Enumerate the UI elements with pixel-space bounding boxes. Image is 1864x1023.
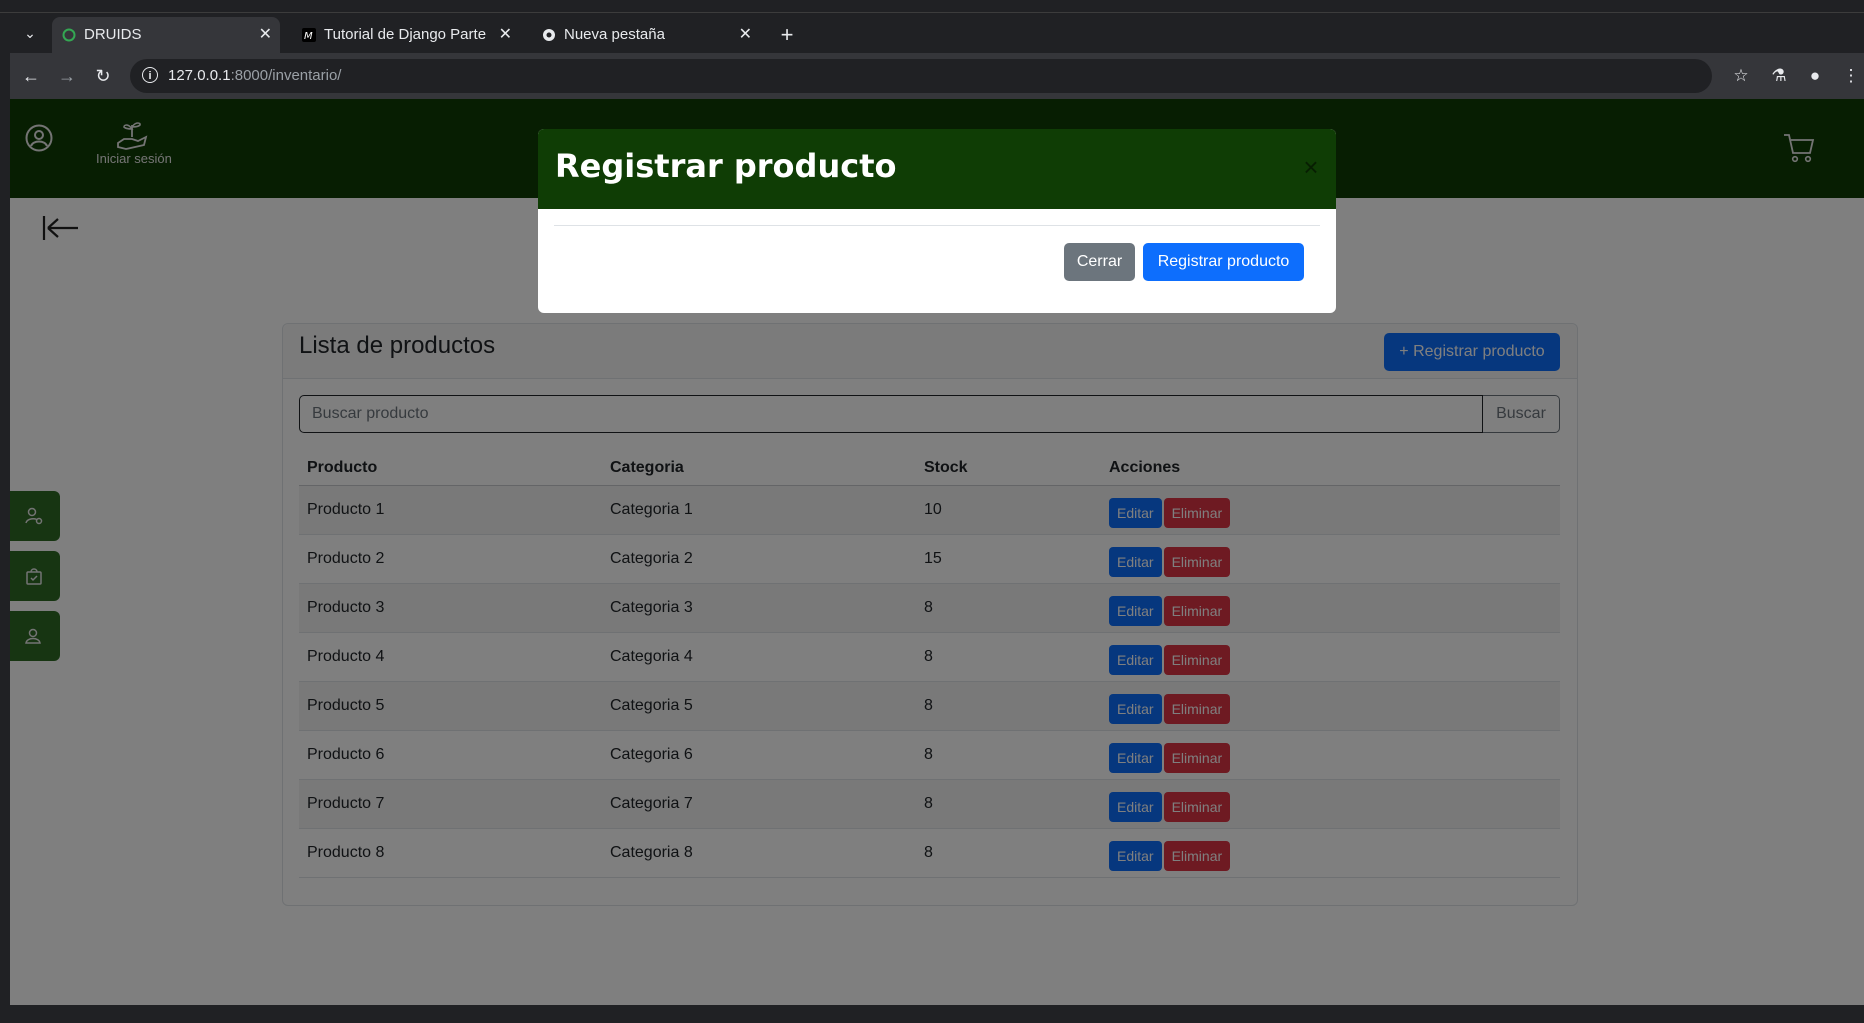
svg-text:M: M — [304, 31, 313, 42]
window-bottom-edge — [0, 1005, 1864, 1023]
tab-nueva-pestana[interactable]: Nueva pestaña ✕ — [532, 17, 760, 53]
chrome-favicon-icon — [543, 29, 555, 41]
labs-flask-icon[interactable]: ⚗ — [1764, 61, 1794, 91]
tab-tutorial-django[interactable]: M Tutorial de Django Parte ✕ — [292, 17, 520, 53]
modal-divider — [554, 225, 1320, 226]
bookmark-star-icon[interactable]: ☆ — [1726, 61, 1756, 91]
address-bar[interactable]: i 127.0.0.1:8000/inventario/ — [130, 59, 1712, 93]
tab-druids[interactable]: DRUIDS ✕ — [52, 17, 280, 53]
m-favicon-icon: M — [302, 28, 316, 42]
url-text: 127.0.0.1:8000/inventario/ — [168, 67, 342, 84]
site-info-icon[interactable]: i — [142, 67, 158, 83]
close-button[interactable]: Cerrar — [1064, 243, 1135, 281]
submit-register-button[interactable]: Registrar producto — [1143, 243, 1304, 281]
register-product-modal: Registrar producto × Cerrar Registrar pr… — [538, 129, 1336, 313]
forward-icon[interactable]: → — [52, 61, 82, 91]
modal-title: Registrar producto — [555, 147, 897, 185]
tab-search-chevron-icon[interactable]: ⌄ — [20, 23, 40, 43]
modal-close-icon[interactable]: × — [1300, 154, 1322, 180]
tab-close-icon[interactable]: ✕ — [499, 17, 512, 53]
tab-title: Tutorial de Django Parte — [324, 26, 487, 43]
tab-title: Nueva pestaña — [564, 26, 665, 43]
menu-dots-icon[interactable]: ⋮ — [1836, 61, 1864, 91]
back-icon[interactable]: ← — [16, 61, 46, 91]
tab-close-icon[interactable]: ✕ — [739, 17, 752, 53]
tab-close-icon[interactable]: ✕ — [259, 17, 272, 53]
tab-strip: ⌄ DRUIDS ✕ M Tutorial de Django Parte ✕ … — [10, 13, 1864, 53]
reload-icon[interactable]: ↻ — [88, 61, 118, 91]
new-tab-button[interactable]: + — [772, 17, 802, 53]
modal-header: Registrar producto × — [538, 129, 1336, 209]
profile-icon[interactable]: ● — [1800, 61, 1830, 91]
window-top-bar — [0, 0, 1864, 13]
browser-toolbar: ← → ↻ i 127.0.0.1:8000/inventario/ ☆ ⚗ ●… — [10, 53, 1864, 99]
druids-favicon-icon — [62, 28, 76, 42]
tab-title: DRUIDS — [84, 26, 142, 43]
